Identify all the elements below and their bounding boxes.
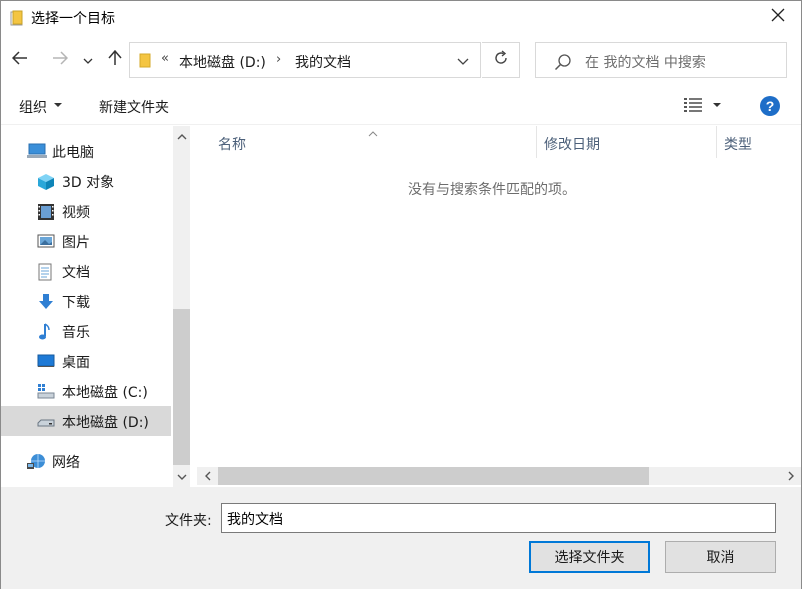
breadcrumb-separator[interactable]: › [276, 52, 281, 67]
folder-icon [139, 53, 151, 68]
refresh-icon [493, 50, 509, 70]
nav-label: 桌面 [62, 355, 90, 371]
column-divider[interactable] [716, 126, 717, 158]
scroll-right-arrow[interactable] [782, 467, 799, 485]
close-icon [771, 8, 785, 26]
refresh-button[interactable] [482, 42, 520, 78]
breadcrumb-drive-d[interactable]: 本地磁盘 (D:) [179, 52, 266, 72]
chevron-down-icon[interactable] [456, 54, 472, 68]
nav-item-drive-c[interactable]: 本地磁盘 (C:) [1, 376, 171, 406]
nav-item-network[interactable]: 网络 [1, 446, 171, 476]
search-icon [554, 53, 572, 71]
nav-item-music[interactable]: 音乐 [1, 316, 171, 346]
arrow-right-icon [52, 51, 69, 69]
navigation-pane: 此电脑 3D 对象 视频 图片 文档 下载 音乐 桌面 本地磁盘 (C:) 本地… [1, 126, 173, 487]
nav-item-videos[interactable]: 视频 [1, 196, 171, 226]
folder-name-input[interactable]: 我的文档 [221, 503, 776, 533]
nav-item-desktop[interactable]: 桌面 [1, 346, 171, 376]
nav-label: 音乐 [62, 325, 90, 341]
column-date-modified[interactable]: 修改日期 [544, 134, 600, 154]
download-icon [37, 293, 55, 309]
video-icon [37, 203, 55, 220]
chevron-down-icon[interactable] [54, 103, 62, 107]
column-name[interactable]: 名称 [218, 134, 246, 154]
horizontal-scrollbar[interactable] [197, 467, 801, 485]
forward-button[interactable] [47, 46, 73, 74]
title-bar: 选择一个目标 [1, 1, 801, 35]
cube-3d-icon [37, 173, 55, 190]
scroll-up-arrow[interactable] [173, 128, 190, 145]
nav-label: 文档 [62, 265, 90, 281]
scroll-down-arrow[interactable] [173, 468, 190, 485]
search-input[interactable]: 在 我的文档 中搜索 [585, 52, 706, 72]
scroll-left-arrow[interactable] [199, 467, 216, 485]
nav-item-3d-objects[interactable]: 3D 对象 [1, 166, 171, 196]
nav-item-this-pc[interactable]: 此电脑 [1, 136, 171, 166]
nav-item-drive-d[interactable]: 本地磁盘 (D:) [1, 406, 171, 436]
nav-label: 3D 对象 [62, 175, 115, 191]
nav-item-documents[interactable]: 文档 [1, 256, 171, 286]
empty-folder-message: 没有与搜索条件匹配的项。 [408, 182, 576, 198]
view-options-caret[interactable] [713, 103, 721, 107]
nav-label: 下载 [62, 295, 90, 311]
computer-icon [27, 143, 47, 159]
up-button[interactable] [102, 46, 128, 74]
drive-d-icon [37, 413, 55, 429]
search-box[interactable]: 在 我的文档 中搜索 [535, 42, 787, 78]
document-icon [37, 263, 55, 281]
column-divider[interactable] [536, 126, 537, 158]
folder-field-label: 文件夹: [165, 513, 212, 529]
nav-scroll-thumb[interactable] [173, 309, 190, 465]
select-folder-button[interactable]: 选择文件夹 [529, 541, 650, 573]
drive-c-icon [37, 383, 55, 399]
network-icon [27, 453, 45, 469]
column-type[interactable]: 类型 [724, 134, 752, 154]
column-headers: 名称 修改日期 类型 [197, 126, 801, 160]
nav-scrollbar[interactable] [173, 126, 190, 487]
horizontal-scroll-thumb[interactable] [218, 467, 649, 485]
nav-item-downloads[interactable]: 下载 [1, 286, 171, 316]
arrow-up-icon [108, 49, 122, 70]
window-title: 选择一个目标 [31, 11, 115, 27]
nav-label: 此电脑 [52, 145, 94, 161]
music-icon [37, 323, 55, 340]
breadcrumb-my-documents[interactable]: 我的文档 [295, 52, 351, 72]
arrow-left-icon [11, 51, 28, 69]
nav-label: 本地磁盘 (D:) [62, 415, 149, 431]
help-button[interactable]: ? [760, 96, 780, 116]
recent-locations-button[interactable] [78, 46, 98, 74]
chevron-down-icon [83, 52, 93, 68]
nav-item-pictures[interactable]: 图片 [1, 226, 171, 256]
back-button[interactable] [7, 46, 33, 74]
folder-icon [10, 10, 24, 26]
picture-icon [37, 233, 55, 249]
desktop-icon [37, 353, 55, 369]
address-bar[interactable]: « 本地磁盘 (D:) › 我的文档 [129, 42, 481, 78]
command-bar: 组织 新建文件夹 [1, 87, 801, 125]
cancel-button[interactable]: 取消 [665, 541, 776, 573]
organize-button[interactable]: 组织 [19, 97, 47, 117]
close-button[interactable] [755, 1, 801, 33]
nav-label: 图片 [62, 235, 90, 251]
nav-label: 本地磁盘 (C:) [62, 385, 148, 401]
details-view-icon[interactable] [684, 98, 702, 112]
folder-picker-dialog: 选择一个目标 « 本地磁盘 (D:) › 我的文档 在 我的文档 中搜索 组织 … [0, 0, 802, 589]
nav-label: 视频 [62, 205, 90, 221]
overflow-chevron[interactable]: « [161, 51, 169, 66]
new-folder-button[interactable]: 新建文件夹 [99, 97, 169, 117]
nav-label: 网络 [52, 455, 80, 471]
